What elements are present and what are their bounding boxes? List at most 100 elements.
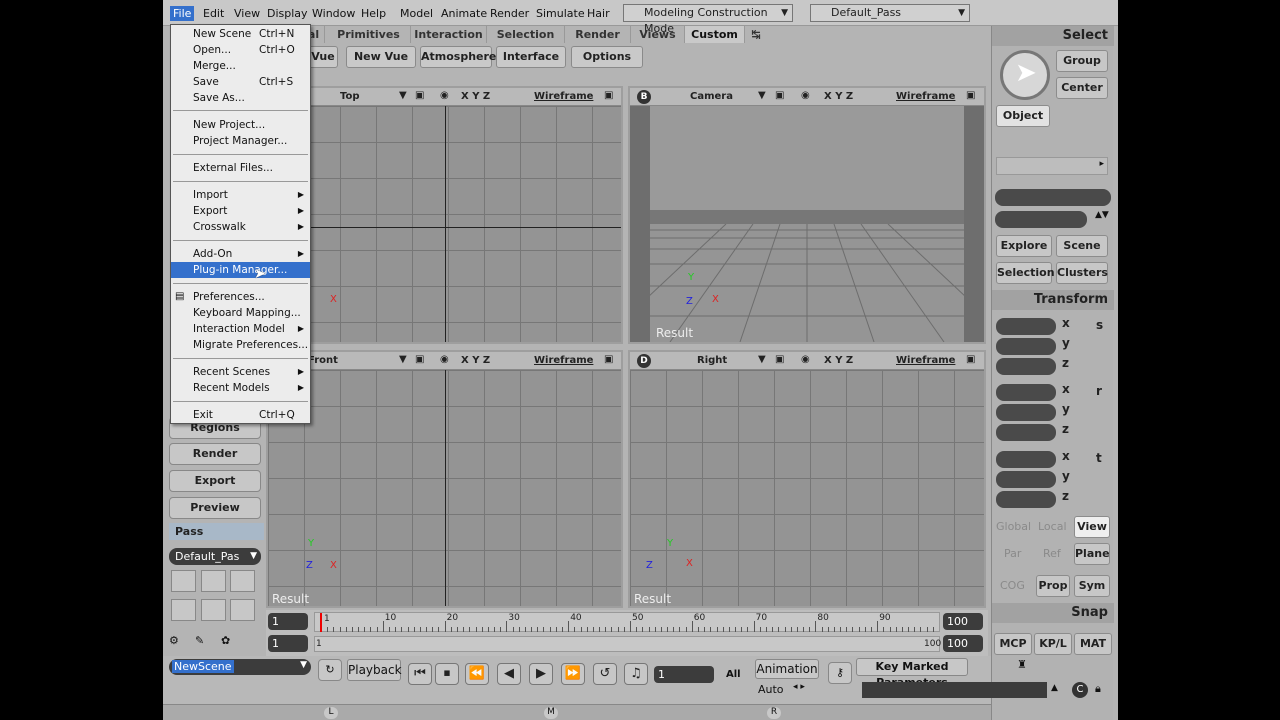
rotate-z-field[interactable] [996, 424, 1056, 441]
rotate-x-field[interactable] [996, 384, 1056, 401]
selection-field[interactable] [995, 211, 1087, 228]
menu-animate[interactable]: Animate [438, 6, 490, 21]
playback-icon[interactable]: ↻ [318, 659, 342, 681]
spinner-icon[interactable]: ▲ [1051, 683, 1058, 693]
viewport-front[interactable]: Front ▼ ▣ ◉ X Y Z Wireframe ▣ Y X Z Resu… [266, 350, 623, 608]
select-arrow-icon[interactable]: ➤ [1000, 50, 1050, 100]
prop-button[interactable]: Prop [1036, 575, 1070, 597]
lock-icon[interactable]: 🔒︎ [1095, 682, 1109, 698]
tab-render[interactable]: Render [565, 26, 631, 43]
mat-button[interactable]: MAT [1074, 633, 1112, 655]
figure-icon[interactable]: ♜ [1011, 658, 1033, 676]
translate-z-field[interactable] [996, 491, 1056, 508]
menu-item-recent-models[interactable]: Recent Models ▶ [171, 380, 310, 396]
range-start-field[interactable]: 1 [268, 635, 308, 652]
explore-button[interactable]: Explore [996, 235, 1052, 257]
scale-label[interactable]: s [1096, 318, 1103, 332]
menu-item-migrate-preferences[interactable]: Migrate Preferences... [171, 337, 310, 353]
camera-icon[interactable]: ▣ [775, 90, 784, 101]
render-button[interactable]: Render [169, 443, 261, 465]
view-toggle[interactable]: View [1074, 516, 1110, 538]
next-key-icon[interactable]: ⏩ [561, 663, 585, 685]
viewport-name[interactable]: Camera [690, 91, 733, 102]
pass-select[interactable]: Default_Pas ▼ [169, 548, 261, 565]
chevron-down-icon[interactable]: ▼ [758, 354, 766, 365]
menu-item-keyboard-mapping[interactable]: Keyboard Mapping... [171, 305, 310, 321]
display-mode[interactable]: Wireframe [896, 355, 955, 366]
menu-view[interactable]: View [231, 6, 263, 21]
menu-item-exit[interactable]: Exit Ctrl+Q [171, 407, 310, 423]
xyz-toggle[interactable]: X Y Z [824, 355, 853, 366]
kpl-button[interactable]: KP/L [1034, 633, 1072, 655]
prev-key-arrow-icon[interactable]: ◂ ▸ [793, 682, 805, 692]
menu-edit[interactable]: Edit [200, 6, 227, 21]
menu-item-save[interactable]: Save Ctrl+S [171, 74, 310, 90]
eye-icon[interactable]: ◉ [440, 90, 449, 101]
menu-render[interactable]: Render [487, 6, 532, 21]
new-vue-button[interactable]: New Vue [346, 46, 416, 68]
selection-button[interactable]: Selection [996, 262, 1055, 284]
viewport-name[interactable]: Front [308, 355, 338, 366]
maximize-icon[interactable]: ▣ [966, 90, 975, 101]
stop-icon[interactable]: ⏹ [435, 663, 459, 685]
layout-icon[interactable] [230, 599, 255, 621]
ref-toggle[interactable]: Ref [1043, 547, 1061, 560]
key-icon[interactable]: ⚷ [828, 662, 852, 684]
menu-window[interactable]: Window [309, 6, 358, 21]
selection-field[interactable] [995, 189, 1111, 206]
menu-item-recent-scenes[interactable]: Recent Scenes ▶ [171, 364, 310, 380]
viewport-top[interactable]: Top ▼ ▣ ◉ X Y Z Wireframe ▣ X [266, 86, 623, 344]
rotate-label[interactable]: r [1096, 384, 1102, 398]
xyz-toggle[interactable]: X Y Z [824, 91, 853, 102]
range-end-field[interactable]: 100 [943, 635, 983, 652]
group-button[interactable]: Group [1056, 50, 1108, 72]
timeline[interactable]: 1 1 10 20 30 40 50 60 70 80 90 1 1 100 100 100 [266, 610, 988, 656]
tab-custom[interactable]: Custom [685, 26, 745, 43]
menu-item-save-as[interactable]: Save As... [171, 90, 310, 106]
scale-y-field[interactable] [996, 338, 1056, 355]
maximize-icon[interactable]: ▣ [604, 90, 613, 101]
tab-add-icon[interactable]: ↹ [747, 26, 765, 43]
layout-icon[interactable] [201, 570, 226, 592]
selection-filter[interactable]: ▸ [996, 157, 1108, 175]
menu-item-plugin-manager[interactable]: Plug-in Manager... [171, 262, 310, 278]
options-button[interactable]: Options [571, 46, 643, 68]
menu-item-new-scene[interactable]: New Scene Ctrl+N [171, 26, 310, 42]
mode-dropdown[interactable]: Modeling Construction Mode ▼ [623, 4, 793, 35]
layout-icon[interactable] [171, 599, 196, 621]
rotate-y-field[interactable] [996, 404, 1056, 421]
playback-button[interactable]: Playback [347, 659, 402, 681]
translate-label[interactable]: t [1096, 451, 1102, 465]
chevron-down-icon[interactable]: ▼ [399, 354, 407, 365]
all-toggle[interactable]: All [726, 669, 741, 680]
eye-icon[interactable]: ◉ [801, 90, 810, 101]
menu-item-export[interactable]: Export ▶ [171, 203, 310, 219]
xyz-toggle[interactable]: X Y Z [461, 355, 490, 366]
prev-frame-icon[interactable]: ◀ [497, 663, 521, 685]
menu-hair[interactable]: Hair [584, 6, 613, 21]
loop-icon[interactable]: ↺ [593, 663, 617, 685]
eye-icon[interactable]: ◉ [801, 354, 810, 365]
center-button[interactable]: Center [1056, 77, 1108, 99]
pass-dropdown[interactable]: Default_Pass ▼ [810, 4, 970, 22]
translate-x-field[interactable] [996, 451, 1056, 468]
play-icon[interactable]: ▶ [529, 663, 553, 685]
tab-selection[interactable]: Selection [487, 26, 565, 43]
viewport-right[interactable]: D Right ▼ ▣ ◉ X Y Z Wireframe ▣ Y X Z Re… [628, 350, 986, 608]
chevron-down-icon[interactable]: ▼ [758, 90, 766, 101]
eye-icon[interactable]: ◉ [440, 354, 449, 365]
menu-simulate[interactable]: Simulate [533, 6, 588, 21]
palette-icon[interactable]: ✿ [221, 634, 241, 654]
menu-file[interactable]: File [170, 6, 195, 21]
par-toggle[interactable]: Par [1004, 547, 1021, 560]
preview-button[interactable]: Preview [169, 497, 261, 519]
export-button[interactable]: Export [169, 470, 261, 492]
spinner-icon[interactable]: ▲▼ [1095, 210, 1109, 220]
timeline-start-field[interactable]: 1 [268, 613, 308, 630]
maximize-icon[interactable]: ▣ [604, 354, 613, 365]
display-mode[interactable]: Wireframe [534, 91, 593, 102]
plane-toggle[interactable]: Plane [1074, 543, 1110, 565]
scene-name-select[interactable]: NewScene ▼ [169, 659, 311, 675]
layout-icon[interactable] [171, 570, 196, 592]
tool-icon[interactable]: ⚙ [169, 634, 189, 654]
